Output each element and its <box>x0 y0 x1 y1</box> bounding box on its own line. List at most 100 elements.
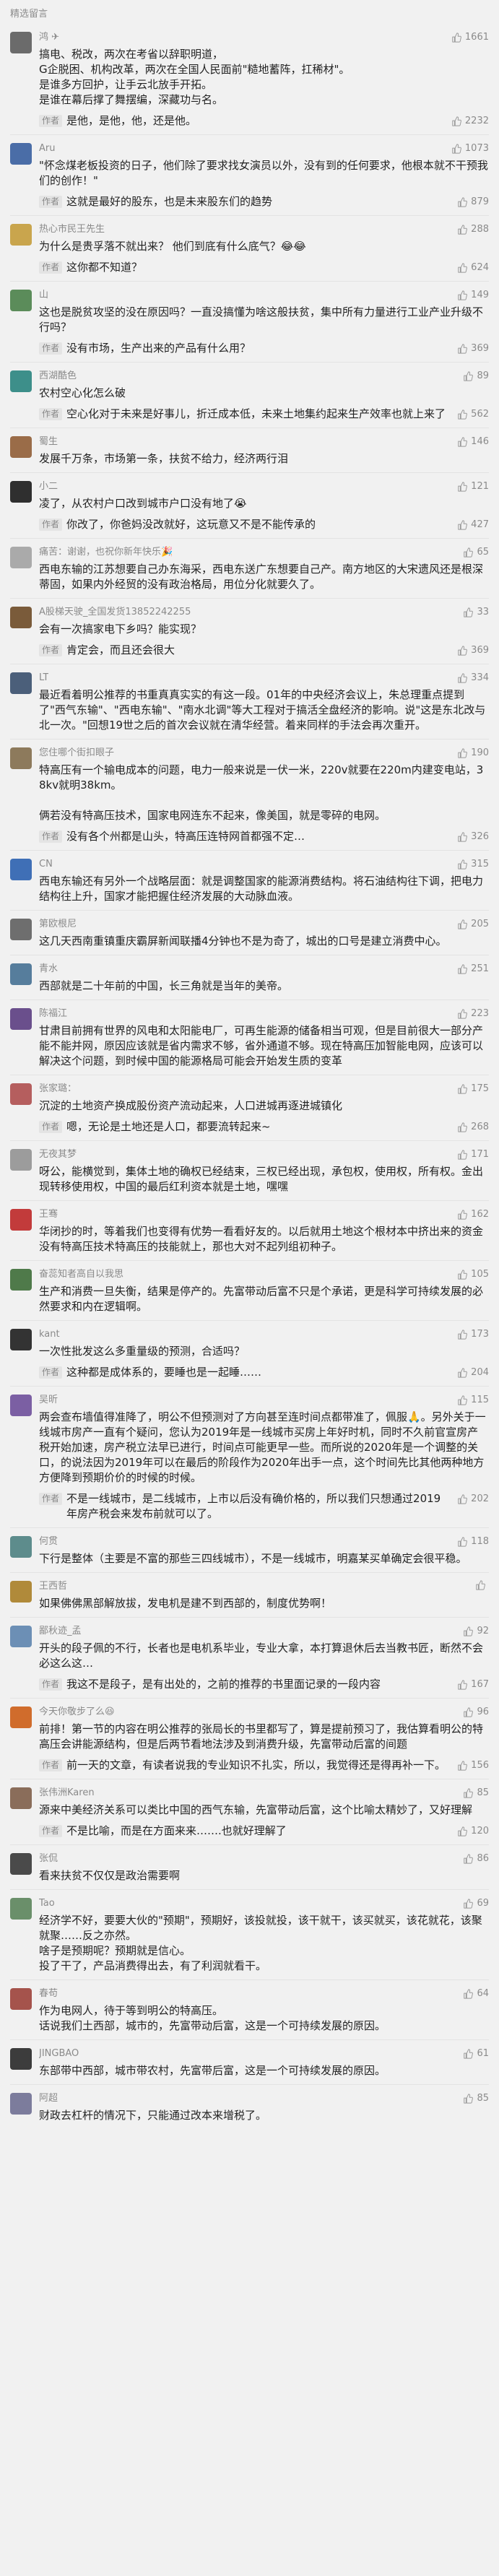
like-button[interactable]: 64 <box>463 1987 489 2000</box>
commenter-name[interactable]: 张伟洲Karen <box>39 1787 95 1800</box>
commenter-name[interactable]: CN <box>39 858 53 871</box>
commenter-name[interactable]: kant <box>39 1328 60 1341</box>
like-button[interactable]: 121 <box>457 480 489 493</box>
avatar[interactable] <box>10 32 32 53</box>
commenter-name[interactable]: 鄙秋迹_孟 <box>39 1625 82 1638</box>
commenter-name[interactable]: 无夜其梦 <box>39 1148 77 1161</box>
avatar[interactable] <box>10 1209 32 1231</box>
avatar[interactable] <box>10 143 32 165</box>
commenter-name[interactable]: 青水 <box>39 963 58 976</box>
commenter-name[interactable]: Aru <box>39 142 55 155</box>
avatar[interactable] <box>10 1329 32 1350</box>
like-button[interactable]: 1661 <box>451 31 489 44</box>
commenter-name[interactable]: 何贯 <box>39 1535 58 1548</box>
avatar[interactable] <box>10 370 32 392</box>
commenter-name[interactable]: LT <box>39 672 48 685</box>
avatar[interactable] <box>10 436 32 458</box>
like-button[interactable]: 1073 <box>451 142 489 155</box>
commenter-name[interactable]: 张家璐： <box>39 1083 77 1096</box>
reply-like-button[interactable]: 167 <box>457 1677 489 1692</box>
commenter-name[interactable]: 蜀生 <box>39 435 58 448</box>
like-button[interactable]: 334 <box>457 672 489 685</box>
reply-like-button[interactable]: 427 <box>457 517 489 532</box>
like-button[interactable]: 251 <box>457 963 489 976</box>
like-button[interactable]: 146 <box>457 435 489 448</box>
commenter-name[interactable]: 张侃 <box>39 1852 58 1865</box>
avatar[interactable] <box>10 672 32 694</box>
commenter-name[interactable]: 小二 <box>39 480 58 493</box>
like-button[interactable]: 223 <box>457 1007 489 1020</box>
avatar[interactable] <box>10 547 32 568</box>
reply-like-button[interactable]: 2232 <box>451 113 489 129</box>
like-button[interactable]: 173 <box>457 1328 489 1341</box>
like-button[interactable]: 61 <box>463 2047 489 2060</box>
avatar[interactable] <box>10 290 32 311</box>
avatar[interactable] <box>10 859 32 880</box>
avatar[interactable] <box>10 2093 32 2115</box>
commenter-name[interactable]: 王西哲 <box>39 1580 67 1593</box>
avatar[interactable] <box>10 1626 32 1647</box>
like-button[interactable]: 85 <box>463 1787 489 1800</box>
reply-like-button[interactable]: 202 <box>457 1491 489 1506</box>
like-button[interactable]: 171 <box>457 1148 489 1161</box>
like-button[interactable]: 105 <box>457 1268 489 1281</box>
commenter-name[interactable]: JINGBAO <box>39 2047 79 2060</box>
commenter-name[interactable]: 山 <box>39 289 48 302</box>
commenter-name[interactable]: 王骞 <box>39 1208 58 1221</box>
commenter-name[interactable]: 热心市民王先生 <box>39 223 105 236</box>
commenter-name[interactable]: 您住哪个街扣眼子 <box>39 747 114 760</box>
commenter-name[interactable]: 奋蕊知者高自以我思 <box>39 1268 123 1281</box>
reply-like-button[interactable]: 156 <box>457 1758 489 1773</box>
avatar[interactable] <box>10 1008 32 1030</box>
avatar[interactable] <box>10 1149 32 1171</box>
avatar[interactable] <box>10 1787 32 1809</box>
commenter-name[interactable]: 吴昕 <box>39 1394 58 1407</box>
reply-like-button[interactable]: 326 <box>457 829 489 844</box>
avatar[interactable] <box>10 1536 32 1558</box>
like-button[interactable]: 162 <box>457 1208 489 1221</box>
like-button[interactable]: 96 <box>463 1706 489 1719</box>
like-button[interactable] <box>475 1580 489 1590</box>
reply-like-button[interactable]: 879 <box>457 194 489 209</box>
commenter-name[interactable]: 陈福江 <box>39 1007 67 1020</box>
like-button[interactable]: 175 <box>457 1083 489 1096</box>
like-button[interactable]: 118 <box>457 1535 489 1548</box>
avatar[interactable] <box>10 963 32 985</box>
reply-like-button[interactable]: 369 <box>457 341 489 356</box>
like-button[interactable]: 92 <box>463 1625 489 1638</box>
avatar[interactable] <box>10 2048 32 2070</box>
avatar[interactable] <box>10 747 32 769</box>
reply-like-button[interactable]: 624 <box>457 260 489 275</box>
avatar[interactable] <box>10 224 32 246</box>
like-button[interactable]: 149 <box>457 289 489 302</box>
like-button[interactable]: 190 <box>457 747 489 760</box>
commenter-name[interactable]: Tao <box>39 1897 55 1910</box>
avatar[interactable] <box>10 1581 32 1603</box>
like-button[interactable]: 69 <box>463 1897 489 1910</box>
like-button[interactable]: 315 <box>457 858 489 871</box>
like-button[interactable]: 86 <box>463 1852 489 1865</box>
commenter-name[interactable]: 第欧根尼 <box>39 918 77 931</box>
avatar[interactable] <box>10 1083 32 1105</box>
commenter-name[interactable]: 阿超 <box>39 2092 58 2105</box>
reply-like-button[interactable]: 369 <box>457 643 489 658</box>
like-button[interactable]: 288 <box>457 223 489 236</box>
avatar[interactable] <box>10 919 32 940</box>
like-button[interactable]: 85 <box>463 2092 489 2105</box>
commenter-name[interactable]: 今天你敬步了么😆 <box>39 1706 115 1719</box>
commenter-name[interactable]: 痛苦：谢谢，也祝你新年快乐🎉 <box>39 546 173 559</box>
avatar[interactable] <box>10 1898 32 1920</box>
avatar[interactable] <box>10 1269 32 1291</box>
commenter-name[interactable]: 鸿 ✈ <box>39 31 59 44</box>
avatar[interactable] <box>10 481 32 503</box>
like-button[interactable]: 89 <box>463 370 489 383</box>
commenter-name[interactable]: 春苟 <box>39 1987 58 2000</box>
avatar[interactable] <box>10 1707 32 1728</box>
like-button[interactable]: 65 <box>463 546 489 559</box>
reply-like-button[interactable]: 562 <box>457 407 489 422</box>
commenter-name[interactable]: A股梯天驶_全国发货13852242255 <box>39 606 191 619</box>
like-button[interactable]: 33 <box>463 606 489 619</box>
avatar[interactable] <box>10 607 32 628</box>
like-button[interactable]: 205 <box>457 918 489 931</box>
like-button[interactable]: 115 <box>457 1394 489 1407</box>
